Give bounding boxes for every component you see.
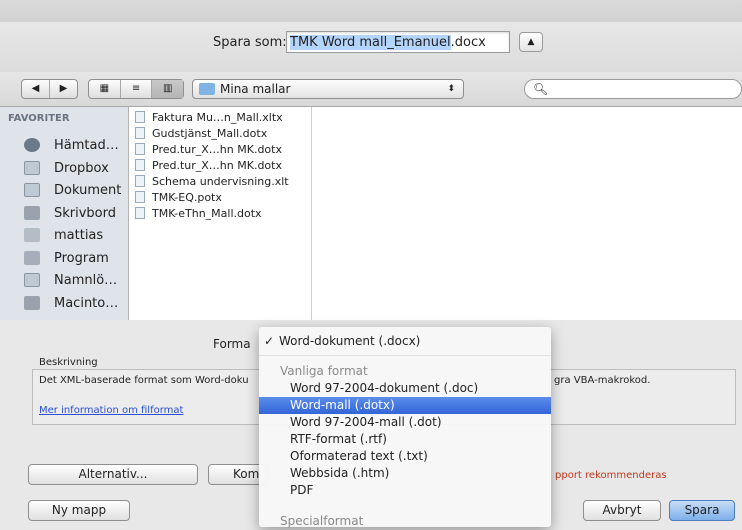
desktop-icon	[24, 206, 40, 220]
menu-item-dot[interactable]: Word 97-2004-mall (.dot)	[259, 414, 551, 431]
sidebar-header: FAVORITER	[8, 113, 70, 124]
compatibility-warning: pport rekommenderas	[555, 470, 667, 481]
menu-item-htm[interactable]: Webbsida (.htm)	[259, 465, 551, 482]
template-file-icon	[135, 207, 145, 219]
background-window-strip	[0, 0, 742, 22]
location-popup[interactable]: Mina mallar ⬍	[192, 79, 464, 99]
sidebar-item-dropbox[interactable]: Dropbox	[24, 158, 128, 179]
home-icon	[24, 228, 40, 242]
sidebar-item-documents[interactable]: Dokument	[24, 180, 128, 201]
format-dropdown-menu: ✓ Word-dokument (.docx) Vanliga format Wo…	[259, 327, 551, 528]
save-as-label: Spara som:	[213, 35, 287, 50]
chevron-up-icon: ▲	[527, 37, 535, 47]
sidebar-item-macintosh[interactable]: Macinto…	[24, 293, 128, 314]
template-file-icon	[135, 127, 145, 139]
expand-dialog-button[interactable]: ▲	[519, 32, 543, 52]
cancel-button[interactable]: Avbryt	[583, 500, 661, 521]
list-view-icon[interactable]: ≡	[121, 80, 153, 98]
menu-separator	[259, 355, 551, 356]
back-forward-control[interactable]: ◀ ▶	[21, 79, 78, 99]
column-view-icon[interactable]: ▥	[152, 80, 184, 98]
more-info-link[interactable]: Mer information om filformat	[39, 405, 183, 416]
filename-selected-text: TMK Word mall_Emanuel	[290, 35, 451, 50]
sidebar-item-desktop[interactable]: Skrivbord	[24, 203, 128, 224]
view-mode-control[interactable]: ▦ ≡ ▥	[88, 79, 184, 99]
folder-icon	[24, 161, 40, 175]
icon-view-icon[interactable]: ▦	[89, 80, 121, 98]
template-file-icon	[135, 175, 145, 187]
save-button[interactable]: Spara	[669, 500, 735, 521]
downloads-icon	[24, 138, 40, 152]
menu-section-common: Vanliga format	[280, 364, 368, 378]
sidebar-item-downloads[interactable]: Hämtad…	[24, 135, 128, 156]
menu-item-pdf[interactable]: PDF	[259, 482, 551, 499]
file-column: Faktura Mu…n_Mall.xltx Gudstjänst_Mall.d…	[129, 107, 312, 320]
filename-extension: .docx	[450, 35, 486, 50]
format-label: Forma	[213, 337, 251, 351]
template-file-icon	[135, 143, 145, 155]
empty-column	[312, 107, 742, 320]
description-text: Det XML-baserade format som Word-doku	[39, 375, 249, 386]
description-title: Beskrivning	[39, 357, 98, 368]
popup-arrows-icon: ⬍	[447, 84, 455, 94]
back-arrow-icon[interactable]: ◀	[22, 80, 50, 98]
alternatives-button[interactable]: Alternativ...	[28, 464, 198, 485]
applications-icon	[24, 251, 40, 265]
menu-item-docx[interactable]: ✓ Word-dokument (.docx)	[259, 333, 551, 350]
forward-arrow-icon[interactable]: ▶	[50, 80, 77, 98]
sidebar: FAVORITER Hämtad… Dropbox Dokument Skriv…	[0, 107, 129, 320]
template-file-icon	[135, 159, 145, 171]
location-label: Mina mallar	[220, 82, 291, 96]
folder-icon	[24, 273, 40, 287]
checkmark-icon: ✓	[264, 334, 275, 348]
sidebar-item-home[interactable]: mattias	[24, 225, 128, 246]
filename-input[interactable]: TMK Word mall_Emanuel.docx	[286, 31, 510, 53]
menu-item-rtf[interactable]: RTF-format (.rtf)	[259, 431, 551, 448]
menu-item-dotx[interactable]: Word-mall (.dotx)	[259, 397, 551, 414]
menu-item-txt[interactable]: Oformaterad text (.txt)	[259, 448, 551, 465]
folder-icon	[199, 83, 215, 95]
search-icon: 🔍︎	[533, 82, 549, 96]
template-file-icon	[135, 111, 145, 123]
menu-section-special: Specialformat	[280, 514, 364, 528]
documents-icon	[24, 183, 40, 197]
menu-item-doc[interactable]: Word 97-2004-dokument (.doc)	[259, 380, 551, 397]
template-file-icon	[135, 191, 145, 203]
sidebar-item-applications[interactable]: Program	[24, 248, 128, 269]
new-folder-button[interactable]: Ny mapp	[28, 500, 130, 521]
harddrive-icon	[24, 296, 40, 310]
search-input[interactable]: 🔍︎	[524, 79, 742, 99]
description-text-tail: gra VBA-makrokod.	[554, 375, 651, 386]
sidebar-item-untitled[interactable]: Namnlö…	[24, 270, 128, 291]
